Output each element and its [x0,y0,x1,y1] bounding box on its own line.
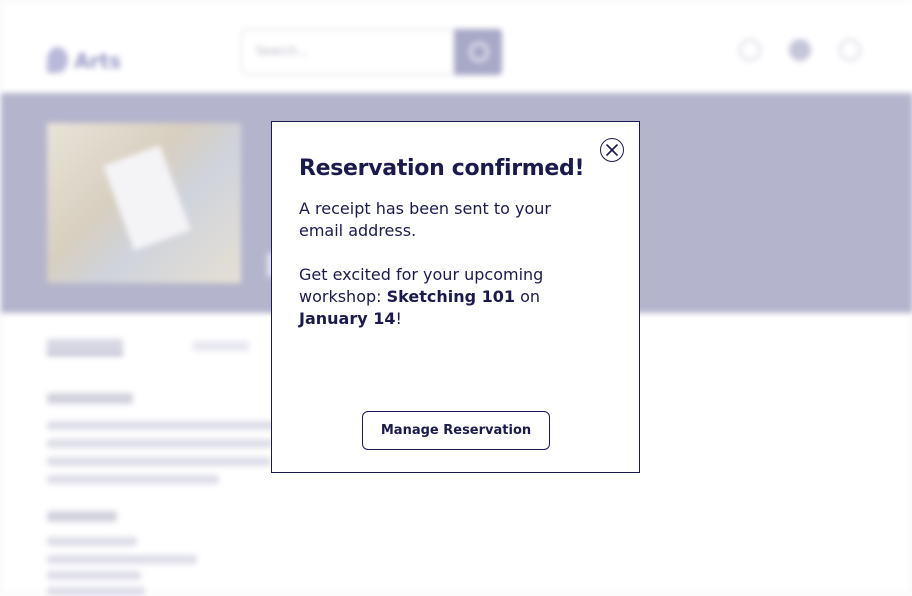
receipt-message: A receipt has been sent to your email ad… [299,199,551,240]
logo-text: Arts [74,49,121,73]
section-heading [47,511,117,522]
tab-description[interactable] [47,339,123,356]
close-icon [606,144,618,156]
account-icon[interactable] [789,39,811,61]
cart-icon[interactable] [839,39,861,61]
section-heading [47,393,133,404]
search-placeholder: Search... [256,44,309,58]
workshop-image [47,123,241,283]
workshop-message: Get excited for your upcoming workshop: … [299,264,599,330]
text-line [47,571,141,580]
dialog-title: Reservation confirmed! [299,156,585,181]
text-line [47,439,273,448]
text-line [47,537,137,546]
user-icon[interactable] [739,39,761,61]
text-line [47,587,145,596]
close-button[interactable] [600,138,624,162]
text-line [47,421,277,430]
search-button[interactable] [454,29,502,75]
site-header: Arts Search... [1,1,912,93]
tab-reviews[interactable] [193,341,249,351]
exclamation: ! [395,309,402,328]
workshop-name: Sketching 101 [386,287,516,306]
workshop-date: January 14 [299,309,396,328]
text-line [47,555,197,564]
text-line [47,475,219,484]
site-logo[interactable]: Arts [47,37,121,73]
reservation-confirmed-dialog: Reservation confirmed! A receipt has bee… [271,121,640,473]
manage-reservation-button[interactable]: Manage Reservation [362,411,550,450]
on-word: on [515,287,541,306]
logo-mark [47,47,69,73]
search-input[interactable]: Search... [241,29,455,75]
search-icon [469,42,489,62]
text-line [47,457,271,466]
